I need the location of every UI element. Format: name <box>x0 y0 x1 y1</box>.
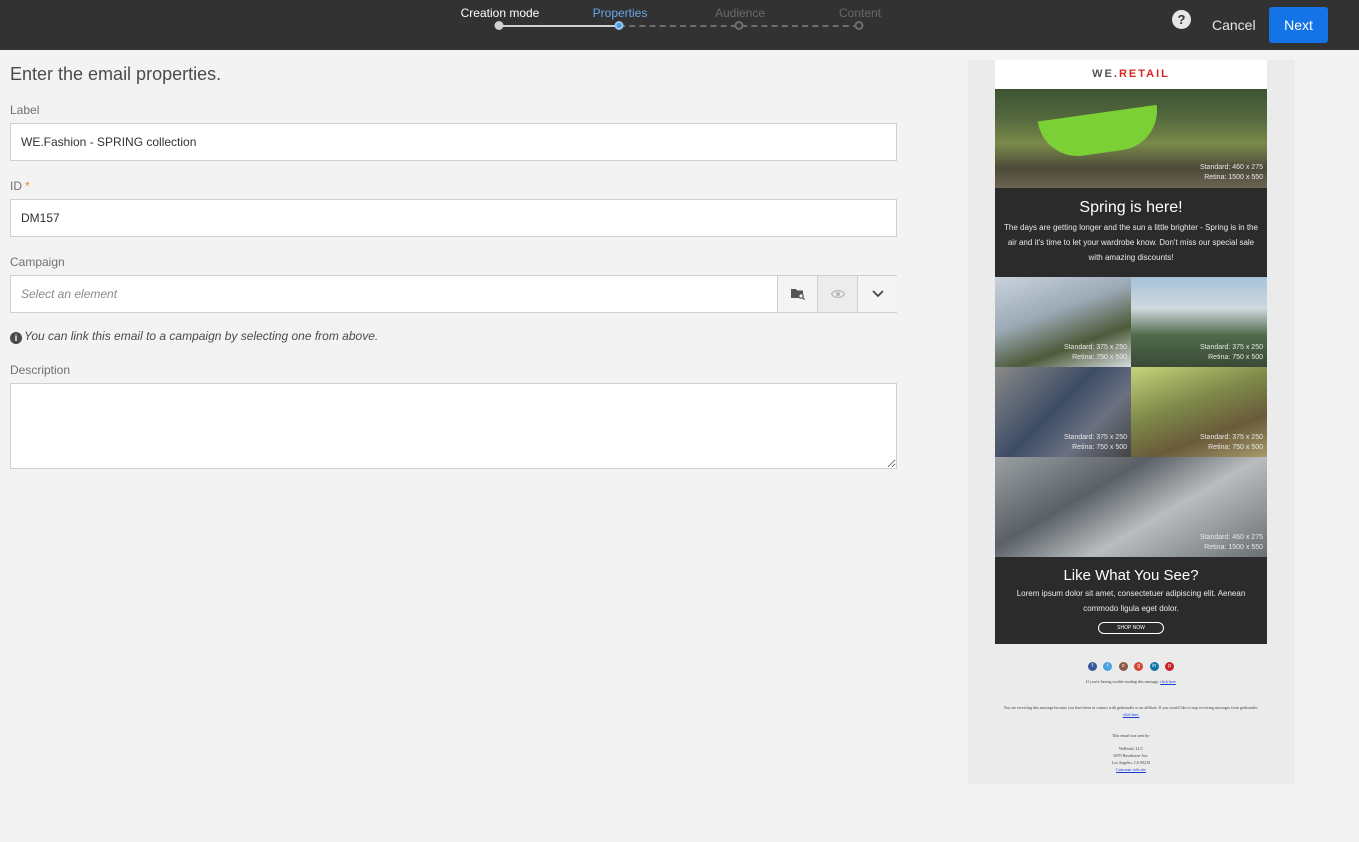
step-line-done <box>499 25 619 27</box>
caption-line: Standard: 375 x 250 <box>1199 434 1263 441</box>
like-section: Like What You See? Lorem ipsum dolor sit… <box>995 557 1267 644</box>
caption-line: Retina: 1500 x 550 <box>1204 544 1263 551</box>
footer-city: Los Angeles, CA 90210 <box>1111 760 1151 765</box>
caption-line: Standard: 375 x 250 <box>1199 344 1263 351</box>
tile-caption: Standard: 375 x 250 Retina: 750 x 500 <box>1200 433 1263 453</box>
footer-sent-by: This email was sent by: <box>1112 733 1150 738</box>
spring-body: The days are getting longer and the sun … <box>1004 223 1258 262</box>
snowboard-image: Standard: 375 x 250 Retina: 750 x 500 <box>995 277 1131 367</box>
folder-search-icon <box>791 289 805 300</box>
step-dot <box>734 21 744 30</box>
eye-icon <box>831 290 845 298</box>
description-textarea[interactable] <box>10 383 897 469</box>
description-field-label: Description <box>10 363 71 377</box>
step-label: Properties <box>592 6 648 20</box>
footer-trouble: If you're having trouble reading this me… <box>995 678 1267 685</box>
footer-trouble-text: If you're having trouble reading this me… <box>1086 679 1160 684</box>
google-plus-icon: g <box>1134 662 1144 671</box>
rocks-image: Standard: 460 x 275 Retina: 1500 x 550 <box>995 457 1267 557</box>
preview-campaign-button[interactable] <box>817 276 857 312</box>
like-body: Lorem ipsum dolor sit amet, consectetuer… <box>1016 589 1246 613</box>
step-label: Audience <box>714 6 766 20</box>
brand-logo: WE.RETAIL <box>995 60 1267 89</box>
required-mark: * <box>25 179 30 193</box>
rocks-caption: Standard: 460 x 275 Retina: 1500 x 550 <box>1200 533 1263 553</box>
next-button[interactable]: Next <box>1269 7 1328 43</box>
caption-line: Retina: 750 x 500 <box>1072 444 1127 451</box>
tile-caption: Standard: 375 x 250 Retina: 750 x 500 <box>1064 433 1127 453</box>
boots-image: Standard: 375 x 250 Retina: 750 x 500 <box>1131 367 1267 457</box>
footer-company: WeRetail, LLC <box>1118 746 1144 751</box>
pinterest-icon: p <box>1165 662 1175 671</box>
id-input[interactable]: DM157 <box>10 199 897 237</box>
spring-section: Spring is here! The days are getting lon… <box>995 188 1267 277</box>
linkedin-icon: in <box>1149 662 1159 671</box>
browse-campaign-button[interactable] <box>777 276 817 312</box>
footer-receiving-text: You are receiving this message because y… <box>1003 705 1259 710</box>
email-preview[interactable]: WE.RETAIL Standard: 460 x 275 Retina: 150… <box>968 60 1295 784</box>
campaign-picker <box>10 275 897 313</box>
tile-caption: Standard: 375 x 250 Retina: 750 x 500 <box>1064 343 1127 363</box>
caption-line: Retina: 750 x 500 <box>1208 354 1263 361</box>
wizard-steps: Creation mode Properties Audience Conten… <box>440 0 920 50</box>
footer-receiving-link: click here. <box>1122 712 1140 717</box>
spring-title: Spring is here! <box>1079 199 1183 216</box>
tile-caption: Standard: 375 x 250 Retina: 750 x 500 <box>1200 343 1263 363</box>
caption-line: Retina: 750 x 500 <box>1208 444 1263 451</box>
campaign-dropdown-button[interactable] <box>857 276 897 312</box>
info-icon: i <box>10 332 22 344</box>
step-dot <box>494 21 504 30</box>
campaign-field-label: Campaign <box>10 255 65 269</box>
footer-street: 6070 Hawthorne Ave. <box>1113 753 1149 758</box>
step-dot <box>854 21 864 30</box>
facebook-icon: f <box>1087 662 1097 671</box>
chevron-down-icon <box>872 290 884 298</box>
email-body: WE.RETAIL Standard: 460 x 275 Retina: 150… <box>995 60 1267 773</box>
footer-website: Customer web site <box>1116 767 1146 772</box>
id-label-text: ID <box>10 179 22 193</box>
label-input[interactable]: WE.Fashion - SPRING collection <box>10 123 897 161</box>
id-field-label: ID * <box>10 179 30 193</box>
hint-text: You can link this email to a campaign by… <box>24 329 379 343</box>
footer-trouble-link: click here <box>1160 679 1176 684</box>
step-dot <box>614 21 624 30</box>
hero-image: Standard: 460 x 275 Retina: 1500 x 550 <box>995 89 1267 188</box>
cancel-button[interactable]: Cancel <box>1204 8 1264 42</box>
top-bar: Creation mode Properties Audience Conten… <box>0 0 1359 50</box>
caption-line: Retina: 1500 x 550 <box>1204 174 1263 181</box>
like-title: Like What You See? <box>1063 567 1199 584</box>
campaign-hint: i You can link this email to a campaign b… <box>10 329 378 344</box>
caption-line: Retina: 750 x 500 <box>1072 354 1127 361</box>
twitter-icon: t <box>1103 662 1113 671</box>
brand-retail: RETAIL <box>1118 68 1170 80</box>
caption-line: Standard: 375 x 250 <box>1063 434 1127 441</box>
caption-line: Standard: 460 x 275 <box>1199 164 1263 171</box>
brand-we: WE. <box>1092 68 1119 80</box>
campaign-input[interactable] <box>11 276 777 312</box>
caption-line: Standard: 460 x 275 <box>1199 534 1263 541</box>
shop-now-button: SHOP NOW <box>1098 622 1164 634</box>
hammock-shape <box>1037 104 1163 162</box>
step-label: Creation mode <box>460 6 540 20</box>
sneakers-image: Standard: 375 x 250 Retina: 750 x 500 <box>995 367 1131 457</box>
page-title: Enter the email properties. <box>10 64 222 84</box>
social-icons: f t o g in p <box>995 654 1267 671</box>
caption-line: Standard: 375 x 250 <box>1063 344 1127 351</box>
backpack-image: Standard: 375 x 250 Retina: 750 x 500 <box>1131 277 1267 367</box>
instagram-icon: o <box>1118 662 1128 671</box>
email-footer: If you're having trouble reading this me… <box>995 678 1267 773</box>
help-icon[interactable]: ? <box>1172 10 1191 29</box>
hero-caption: Standard: 460 x 275 Retina: 1500 x 550 <box>1200 163 1263 183</box>
footer-receiving: You are receiving this message because y… <box>995 704 1267 718</box>
image-grid: Standard: 375 x 250 Retina: 750 x 500 Sta… <box>995 277 1267 457</box>
step-label: Content <box>838 6 882 20</box>
label-field-label: Label <box>10 103 40 117</box>
